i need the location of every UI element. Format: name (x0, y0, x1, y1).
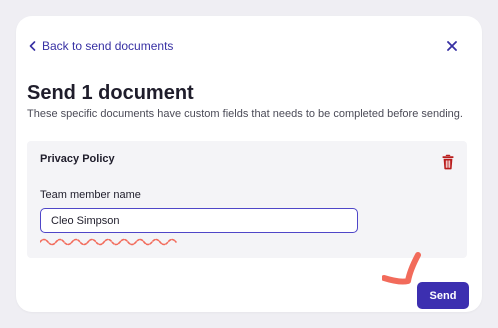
spellcheck-squiggle (40, 238, 177, 246)
back-to-send-documents-link[interactable]: Back to send documents (29, 39, 173, 53)
trash-icon (441, 154, 455, 174)
send-documents-modal: Back to send documents Send 1 document T… (16, 16, 482, 312)
send-button[interactable]: Send (417, 282, 469, 309)
checkmark-annotation (382, 252, 421, 285)
modal-title: Send 1 document (27, 82, 194, 104)
document-card: Privacy Policy Team member name (27, 141, 467, 258)
back-link-label: Back to send documents (42, 39, 174, 53)
delete-document-button[interactable] (441, 154, 455, 170)
screen: Back to send documents Send 1 document T… (0, 0, 498, 328)
team-member-name-label: Team member name (40, 189, 141, 201)
chevron-left-icon (29, 41, 36, 51)
modal-subtitle: These specific documents have custom fie… (27, 108, 463, 120)
document-name: Privacy Policy (40, 153, 115, 165)
close-icon (447, 38, 457, 56)
team-member-name-input[interactable] (40, 208, 358, 233)
close-button[interactable] (443, 38, 461, 56)
